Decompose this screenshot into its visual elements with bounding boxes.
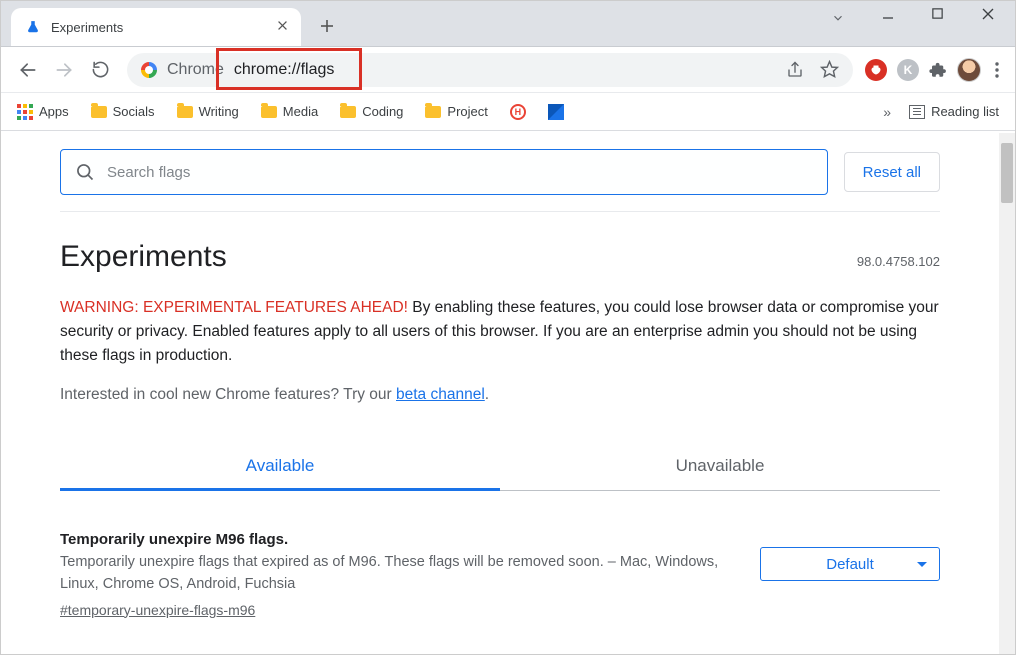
profile-avatar[interactable] bbox=[957, 58, 981, 82]
flag-entry: Temporarily unexpire M96 flags. Temporar… bbox=[60, 531, 940, 620]
reset-all-button[interactable]: Reset all bbox=[844, 152, 940, 192]
folder-icon bbox=[425, 106, 441, 118]
search-flags-input[interactable] bbox=[105, 163, 813, 182]
forward-button[interactable] bbox=[49, 55, 79, 85]
close-window-button[interactable] bbox=[981, 7, 1007, 21]
scrollbar-thumb[interactable] bbox=[1001, 143, 1013, 203]
browser-menu-button[interactable] bbox=[991, 62, 1003, 78]
folder-icon bbox=[177, 106, 193, 118]
page-content: Reset all Experiments 98.0.4758.102 WARN… bbox=[1, 133, 999, 654]
bookmarks-overflow-button[interactable]: » bbox=[883, 104, 891, 120]
page-heading: Experiments bbox=[60, 240, 227, 274]
tab-title: Experiments bbox=[51, 20, 123, 35]
tab-search-caret-icon[interactable] bbox=[831, 11, 845, 25]
flag-state-select[interactable]: Default bbox=[760, 547, 940, 581]
bookmark-folder-writing[interactable]: Writing bbox=[177, 104, 239, 119]
bookmark-folder-project[interactable]: Project bbox=[425, 104, 487, 119]
chrome-icon bbox=[141, 62, 157, 78]
warning-head: WARNING: EXPERIMENTAL FEATURES AHEAD! bbox=[60, 299, 408, 316]
extension-k-icon[interactable]: K bbox=[897, 59, 919, 81]
tab-unavailable[interactable]: Unavailable bbox=[500, 444, 940, 491]
back-button[interactable] bbox=[13, 55, 43, 85]
blue-square-icon bbox=[548, 104, 564, 120]
scrollbar-track[interactable] bbox=[999, 133, 1015, 654]
extension-ublock-icon[interactable] bbox=[865, 59, 887, 81]
bookmark-folder-coding[interactable]: Coding bbox=[340, 104, 403, 119]
bookmark-star-icon[interactable] bbox=[820, 60, 839, 79]
flags-tabs: Available Unavailable bbox=[60, 444, 940, 491]
bookmark-folder-socials[interactable]: Socials bbox=[91, 104, 155, 119]
close-tab-icon[interactable] bbox=[277, 20, 291, 34]
browser-tab[interactable]: Experiments bbox=[11, 8, 301, 46]
window-controls bbox=[881, 7, 1007, 21]
extensions-area: K bbox=[865, 58, 1003, 82]
apps-shortcut[interactable]: Apps bbox=[17, 104, 69, 120]
bookmarks-bar: Apps Socials Writing Media Coding Projec… bbox=[1, 93, 1015, 131]
search-icon bbox=[75, 162, 95, 182]
version-label: 98.0.4758.102 bbox=[857, 254, 940, 269]
reading-list-button[interactable]: Reading list bbox=[909, 104, 999, 119]
extensions-puzzle-icon[interactable] bbox=[929, 61, 947, 79]
flask-icon bbox=[25, 19, 41, 35]
apps-grid-icon bbox=[17, 104, 33, 120]
bookmark-folder-media[interactable]: Media bbox=[261, 104, 318, 119]
flag-description: Temporarily unexpire flags that expired … bbox=[60, 552, 730, 596]
flag-title: Temporarily unexpire M96 flags. bbox=[60, 531, 730, 548]
title-bar: Experiments bbox=[1, 1, 1015, 47]
minimize-button[interactable] bbox=[881, 7, 907, 21]
beta-channel-link[interactable]: beta channel bbox=[396, 386, 485, 403]
bookmark-item-h[interactable]: H bbox=[510, 104, 526, 120]
address-url: chrome://flags bbox=[234, 61, 334, 79]
toolbar: Chrome chrome://flags K bbox=[1, 47, 1015, 93]
folder-icon bbox=[340, 106, 356, 118]
search-flags-box[interactable] bbox=[60, 149, 828, 195]
new-tab-button[interactable] bbox=[311, 10, 343, 42]
warning-text: WARNING: EXPERIMENTAL FEATURES AHEAD! By… bbox=[60, 296, 940, 368]
h-circle-icon: H bbox=[510, 104, 526, 120]
beta-channel-line: Interested in cool new Chrome features? … bbox=[60, 386, 940, 404]
share-icon[interactable] bbox=[786, 61, 804, 79]
folder-icon bbox=[261, 106, 277, 118]
tab-available[interactable]: Available bbox=[60, 444, 500, 491]
apps-label: Apps bbox=[39, 104, 69, 119]
folder-icon bbox=[91, 106, 107, 118]
reading-list-icon bbox=[909, 105, 925, 119]
reload-button[interactable] bbox=[85, 55, 115, 85]
address-origin-label: Chrome bbox=[167, 61, 224, 79]
address-bar[interactable]: Chrome chrome://flags bbox=[127, 53, 853, 87]
flag-hash-link[interactable]: #temporary-unexpire-flags-m96 bbox=[60, 602, 255, 618]
maximize-button[interactable] bbox=[931, 7, 957, 21]
bookmark-item-blue[interactable] bbox=[548, 104, 564, 120]
